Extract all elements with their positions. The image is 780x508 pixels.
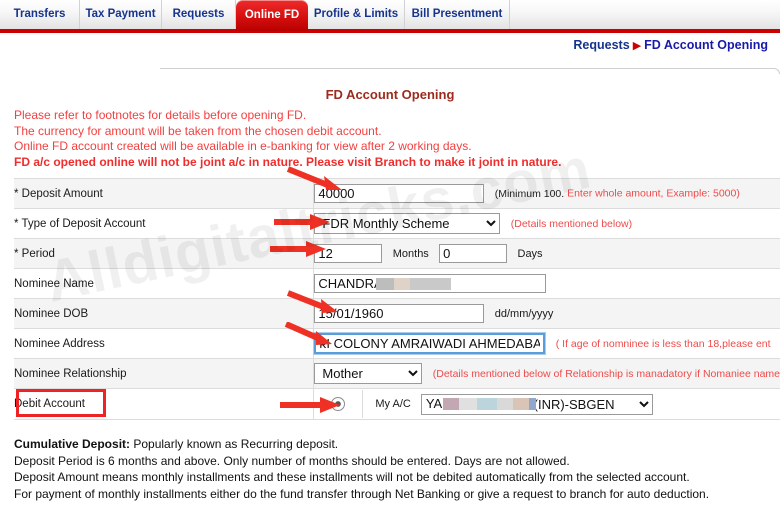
type-of-deposit-select[interactable]: FDR Monthly Scheme: [314, 213, 501, 234]
label-nominee-name: Nominee Name: [14, 268, 315, 299]
deposit-amount-input[interactable]: [314, 184, 485, 203]
footnote-line-3: Deposit Amount means monthly installment…: [14, 470, 690, 484]
nominee-address-input[interactable]: [313, 332, 547, 355]
period-months-input[interactable]: [314, 244, 383, 263]
label-deposit-amount: * Deposit Amount: [14, 178, 315, 209]
label-nominee-dob: Nominee DOB: [14, 298, 315, 329]
main-tab-bar: Transfers Tax Payment Requests Online FD Pro…: [0, 0, 780, 33]
footnote-line-4: For payment of monthly installments eith…: [14, 486, 710, 501]
notice-list: Please refer to footnotes for details be…: [14, 108, 770, 170]
notice-line-4: FD a/c opened online will not be joint a…: [14, 154, 562, 169]
type-of-deposit-hint: (Details mentioned below): [510, 217, 633, 230]
field-deposit-amount: (Minimum 100. Enter whole amount, Exampl…: [313, 178, 780, 209]
table-row-period: * Period Months Days: [14, 238, 780, 269]
field-nominee-relationship: Mother (Details mentioned below of Relat…: [313, 358, 780, 389]
tab-tax-payment[interactable]: Tax Payment: [80, 0, 162, 29]
tab-label: Requests: [172, 8, 225, 20]
footnotes: Cumulative Deposit: Popularly known as R…: [14, 436, 774, 502]
breadcrumb-parent[interactable]: Requests: [573, 38, 629, 52]
period-months-unit: Months: [392, 247, 429, 260]
label-nominee-relationship: Nominee Relationship: [14, 358, 315, 389]
nominee-dob-input[interactable]: [314, 304, 485, 323]
footnote-line-1-text: Popularly known as Recurring deposit.: [130, 437, 339, 451]
tab-label: Online FD: [244, 9, 300, 21]
label-type-of-deposit: * Type of Deposit Account: [14, 208, 315, 239]
table-row-nominee-address: Nominee Address ( If age of nomninee is …: [14, 328, 780, 359]
debit-account-prefix: YA: [425, 395, 443, 411]
field-nominee-address: ( If age of nomninee is less than 18,ple…: [313, 328, 780, 359]
field-type-of-deposit: FDR Monthly Scheme (Details mentioned be…: [313, 208, 780, 239]
debit-account-radio[interactable]: [331, 397, 346, 411]
tab-label: Tax Payment: [85, 8, 156, 20]
table-row-nominee-relationship: Nominee Relationship Mother (Details men…: [14, 358, 780, 389]
debit-account-radio-cell[interactable]: [314, 390, 364, 418]
tab-bill-presentment[interactable]: Bill Presentment: [405, 0, 510, 29]
nominee-relationship-select[interactable]: Mother: [314, 363, 423, 384]
tab-requests[interactable]: Requests: [162, 0, 236, 29]
redaction-bar-debit-account: [442, 397, 536, 410]
table-row-debit-account: Debit Account My A/C 10013273(INR)-SBGEN…: [14, 388, 780, 420]
breadcrumb: Requests ▶ FD Account Opening: [0, 38, 768, 52]
notice-line-2: The currency for amount will be taken fr…: [14, 123, 382, 138]
footnote-line-1: Cumulative Deposit: Popularly known as R…: [14, 436, 774, 453]
nominee-relationship-hint: (Details mentioned below of Relationship…: [432, 367, 780, 380]
nominee-dob-format-hint: dd/mm/yyyy: [494, 307, 554, 320]
table-row-type-of-deposit: * Type of Deposit Account FDR Monthly Sc…: [14, 208, 780, 239]
breadcrumb-separator-icon: ▶: [632, 40, 642, 52]
period-days-unit: Days: [517, 247, 543, 260]
breadcrumb-current: FD Account Opening: [644, 38, 768, 52]
notice-line-3: Online FD account created will be availa…: [14, 139, 472, 153]
tab-label: Transfers: [13, 8, 66, 20]
label-debit-account: Debit Account: [14, 388, 315, 420]
footnote-line-1-title: Cumulative Deposit:: [14, 437, 131, 451]
page-title: FD Account Opening: [325, 87, 455, 102]
label-nominee-address: Nominee Address: [14, 328, 315, 359]
deposit-amount-hint-example: Enter whole amount, Example: 5000): [567, 187, 740, 200]
table-row-nominee-dob: Nominee DOB dd/mm/yyyy: [14, 298, 780, 329]
field-period: Months Days: [313, 238, 780, 269]
notice-line-1: Please refer to footnotes for details be…: [14, 108, 307, 122]
debit-account-myac-label: My A/C: [375, 398, 411, 410]
tab-label: Profile & Limits: [313, 8, 399, 20]
deposit-amount-hint-min: (Minimum 100.: [494, 187, 568, 200]
table-row-deposit-amount: * Deposit Amount (Minimum 100. Enter who…: [14, 178, 780, 209]
tab-online-fd[interactable]: Online FD: [236, 0, 308, 31]
table-row-nominee-name: Nominee Name: [14, 268, 780, 299]
footnote-line-2: Deposit Period is 6 months and above. On…: [14, 453, 570, 468]
field-nominee-dob: dd/mm/yyyy: [313, 298, 780, 329]
tab-label: Bill Presentment: [411, 8, 503, 20]
label-period: * Period: [14, 238, 315, 269]
tab-transfers[interactable]: Transfers: [0, 0, 80, 29]
content-panel-edge: [160, 68, 780, 74]
fd-account-form: * Deposit Amount (Minimum 100. Enter who…: [14, 178, 780, 420]
field-debit-account: My A/C 10013273(INR)-SBGEN YA: [313, 388, 780, 420]
redaction-bar-nominee-name: [376, 278, 452, 290]
nominee-address-hint: ( If age of nomninee is less than 18,ple…: [555, 337, 771, 350]
field-nominee-name: [313, 268, 780, 299]
period-days-input[interactable]: [439, 244, 508, 263]
tab-profile-limits[interactable]: Profile & Limits: [308, 0, 405, 29]
